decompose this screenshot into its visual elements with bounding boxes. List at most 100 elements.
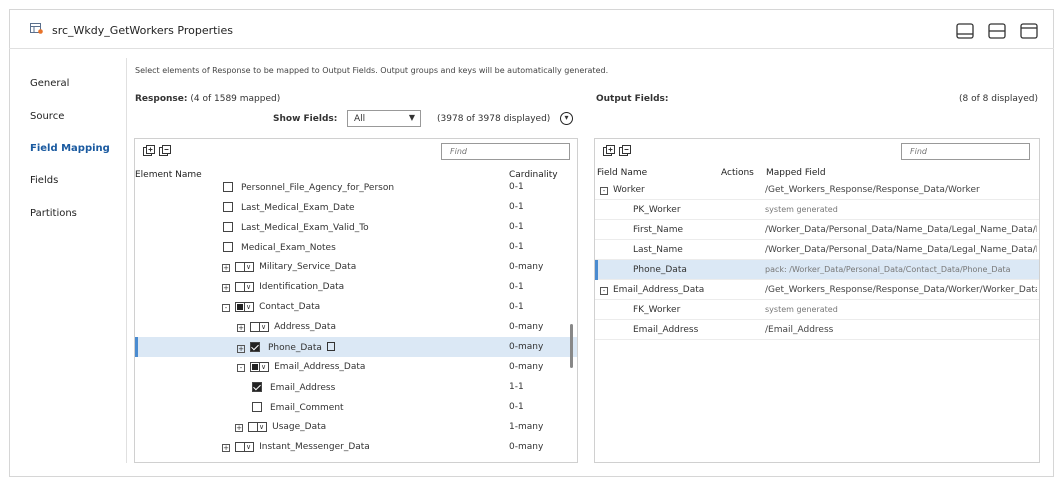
collapse-icon[interactable]: - [600,187,608,195]
tree-node: + ∨ Address_Data [237,322,336,332]
checkbox[interactable] [223,182,233,192]
checkbox-dropdown[interactable]: ∨ [235,262,255,272]
tree-node-label: Usage_Data [272,422,327,432]
tree-row[interactable]: - ∨ Email_Address_Data 0-many [135,357,577,377]
tree-row[interactable]: Personnel_File_Agency_for_Person 0-1 [135,177,577,197]
tree-node: + ∨ Military_Service_Data [222,262,356,272]
output-group-row[interactable]: - Worker/Get_Workers_Response/Response_Da… [595,180,1039,200]
checkbox[interactable] [236,303,245,311]
checkbox-dropdown[interactable]: ∨ [250,322,270,332]
response-find-input[interactable] [441,143,570,160]
checkbox-dropdown[interactable]: ∨ [248,422,268,432]
expand-options-icon[interactable]: ▾ [560,112,573,125]
output-field-name-cell: - Email_Address_Data [600,285,704,295]
checkbox[interactable] [252,382,262,392]
output-field-row[interactable]: Email_Address/Email_Address [595,320,1039,340]
tree-scrollbar[interactable] [570,324,573,368]
checkbox[interactable] [223,242,233,252]
chevron-down-icon[interactable]: ∨ [261,363,266,371]
response-label: Response: [135,94,188,104]
output-field-row[interactable]: FK_Worker system generated [595,300,1039,320]
chevron-down-icon[interactable]: ∨ [246,263,251,271]
collapse-icon[interactable]: - [222,304,230,312]
output-field-name: Worker [613,185,645,195]
response-displayed-count: (3978 of 3978 displayed) [437,114,551,124]
checkbox[interactable] [223,202,233,212]
chevron-down-icon[interactable]: ∨ [246,283,251,291]
selection-marker [595,260,598,280]
tree-row[interactable]: + ∨ Address_Data 0-many [135,317,577,337]
tree-row[interactable]: Last_Medical_Exam_Date 0-1 [135,197,577,217]
checkbox-dropdown[interactable]: ∨ [235,302,255,312]
collapse-all-icon[interactable] [619,145,631,157]
output-field-name-cell: Phone_Data [633,265,687,275]
tree-row[interactable]: Email_Comment 0-1 [135,397,577,417]
collapse-icon[interactable]: - [237,364,245,372]
expand-icon[interactable]: + [222,284,230,292]
collapse-all-icon[interactable] [159,145,171,157]
checkbox[interactable] [236,443,245,451]
expand-icon[interactable]: + [222,444,230,452]
output-field-row[interactable]: Phone_Data pack: /Worker_Data/Personal_Da… [595,260,1039,280]
expand-icon[interactable]: + [235,424,243,432]
chevron-down-icon[interactable]: ∨ [259,423,264,431]
checkbox[interactable] [236,263,245,271]
output-field-name-cell: - Worker [600,185,645,195]
chevron-down-icon[interactable]: ∨ [261,323,266,331]
output-find-input[interactable] [901,143,1030,160]
show-fields-value: All [354,114,366,124]
expand-icon[interactable]: + [222,264,230,272]
chevron-down-icon[interactable]: ∨ [246,443,251,451]
cardinality-value: 1-1 [509,382,524,392]
cardinality-value: 0-many [509,322,544,332]
checkbox[interactable] [251,323,260,331]
mapped-field-value: /Get_Workers_Response/Response_Data/Work… [765,285,1037,295]
expand-all-icon[interactable] [143,145,155,157]
checkbox[interactable] [236,283,245,291]
checkbox-dropdown[interactable]: ∨ [235,282,255,292]
output-field-row[interactable]: PK_Worker system generated [595,200,1039,220]
checkbox[interactable] [250,342,260,352]
tree-row[interactable]: - ∨ Contact_Data 0-1 [135,297,577,317]
tree-row[interactable]: Email_Address 1-1 [135,377,577,397]
tree-row[interactable]: + ∨ Identification_Data 0-1 [135,277,577,297]
expand-all-icon[interactable] [603,145,615,157]
expand-icon[interactable]: + [237,324,245,332]
panel-bottom-icon[interactable] [956,23,974,39]
checkbox[interactable] [249,423,258,431]
checkbox[interactable] [252,402,262,412]
tree-row[interactable]: Last_Medical_Exam_Valid_To 0-1 [135,217,577,237]
checkbox-dropdown[interactable]: ∨ [235,442,255,452]
nav-item-source[interactable]: Source [30,111,64,122]
checkbox[interactable] [251,363,260,371]
cardinality-value: 1-many [509,422,544,432]
expand-icon[interactable]: + [237,345,245,353]
panel-split-icon[interactable] [988,23,1006,39]
tree-node-label: Identification_Data [259,282,345,292]
collapse-icon[interactable]: - [600,287,608,295]
checkbox-dropdown[interactable]: ∨ [250,362,270,372]
output-group-row[interactable]: - Email_Address_Data/Get_Workers_Response… [595,280,1039,300]
chevron-down-icon[interactable]: ∨ [246,303,251,311]
source-table-icon [30,23,43,34]
tree-row[interactable]: + Phone_Data 0-many [135,337,577,357]
panel-top-icon[interactable] [1020,23,1038,39]
output-field-row[interactable]: Last_Name/Worker_Data/Personal_Data/Name… [595,240,1039,260]
tree-row[interactable]: + ∨ Usage_Data 1-many [135,417,577,437]
output-field-row[interactable]: First_Name/Worker_Data/Personal_Data/Nam… [595,220,1039,240]
tree-node: - ∨ Contact_Data [222,302,320,312]
nav-item-field-mapping[interactable]: Field Mapping [30,143,110,154]
nav-item-fields[interactable]: Fields [30,175,58,186]
nav-item-general[interactable]: General [30,78,69,89]
cardinality-value: 0-1 [509,222,524,232]
tree-node-label: Email_Address [270,383,336,393]
copy-icon[interactable] [326,342,335,351]
checkbox[interactable] [223,222,233,232]
tree-row[interactable]: + ∨ Instant_Messenger_Data 0-many [135,437,577,457]
show-fields-select[interactable]: All ▼ [347,110,421,127]
tree-row[interactable]: + ∨ Military_Service_Data 0-many [135,257,577,277]
tree-node: Last_Medical_Exam_Date [223,202,355,213]
cardinality-value: 0-1 [509,202,524,212]
tree-row[interactable]: Medical_Exam_Notes 0-1 [135,237,577,257]
nav-item-partitions[interactable]: Partitions [30,208,77,219]
